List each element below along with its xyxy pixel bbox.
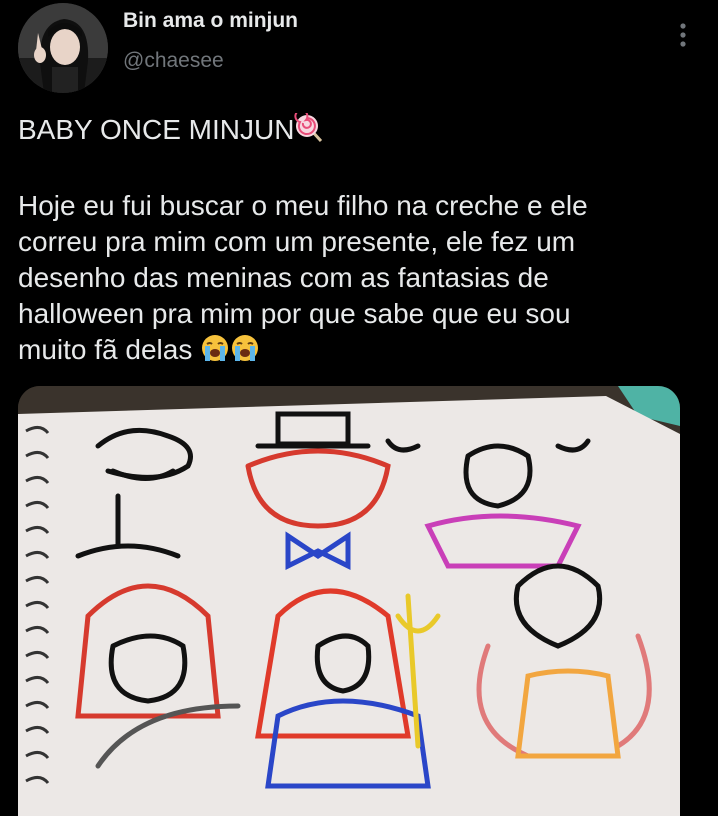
child-drawing-image-icon [18,386,680,816]
tweet-photo[interactable] [18,386,680,816]
avatar-photo-icon [18,3,108,93]
lollipop-icon [294,109,324,152]
tweet-body-line: desenho das meninas com as fantasias de [18,262,549,293]
loudly-crying-face-icon [230,333,260,372]
tweet-body-line: muito fã delas [18,334,193,365]
author-handle[interactable]: @chaesee [123,49,224,73]
author-display-name[interactable]: Bin ama o minjun [123,9,298,33]
tweet-body-line: halloween pra mim por que sabe que eu so… [18,298,571,329]
tweet-text: BABY ONCE MINJUN Hoje eu fui buscar o me… [18,109,698,372]
tweet-body-line: Hoje eu fui buscar o meu filho na creche… [18,190,588,221]
tweet-title: BABY ONCE MINJUN [18,114,295,145]
tweet-body-line: correu pra mim com um presente, ele fez … [18,226,576,257]
tweet-body-last-line: muito fã delas [18,332,698,372]
loudly-crying-face-icon [200,333,230,372]
more-options-icon[interactable] [676,20,690,50]
tweet-title-line: BABY ONCE MINJUN [18,109,698,152]
avatar[interactable] [18,3,108,93]
